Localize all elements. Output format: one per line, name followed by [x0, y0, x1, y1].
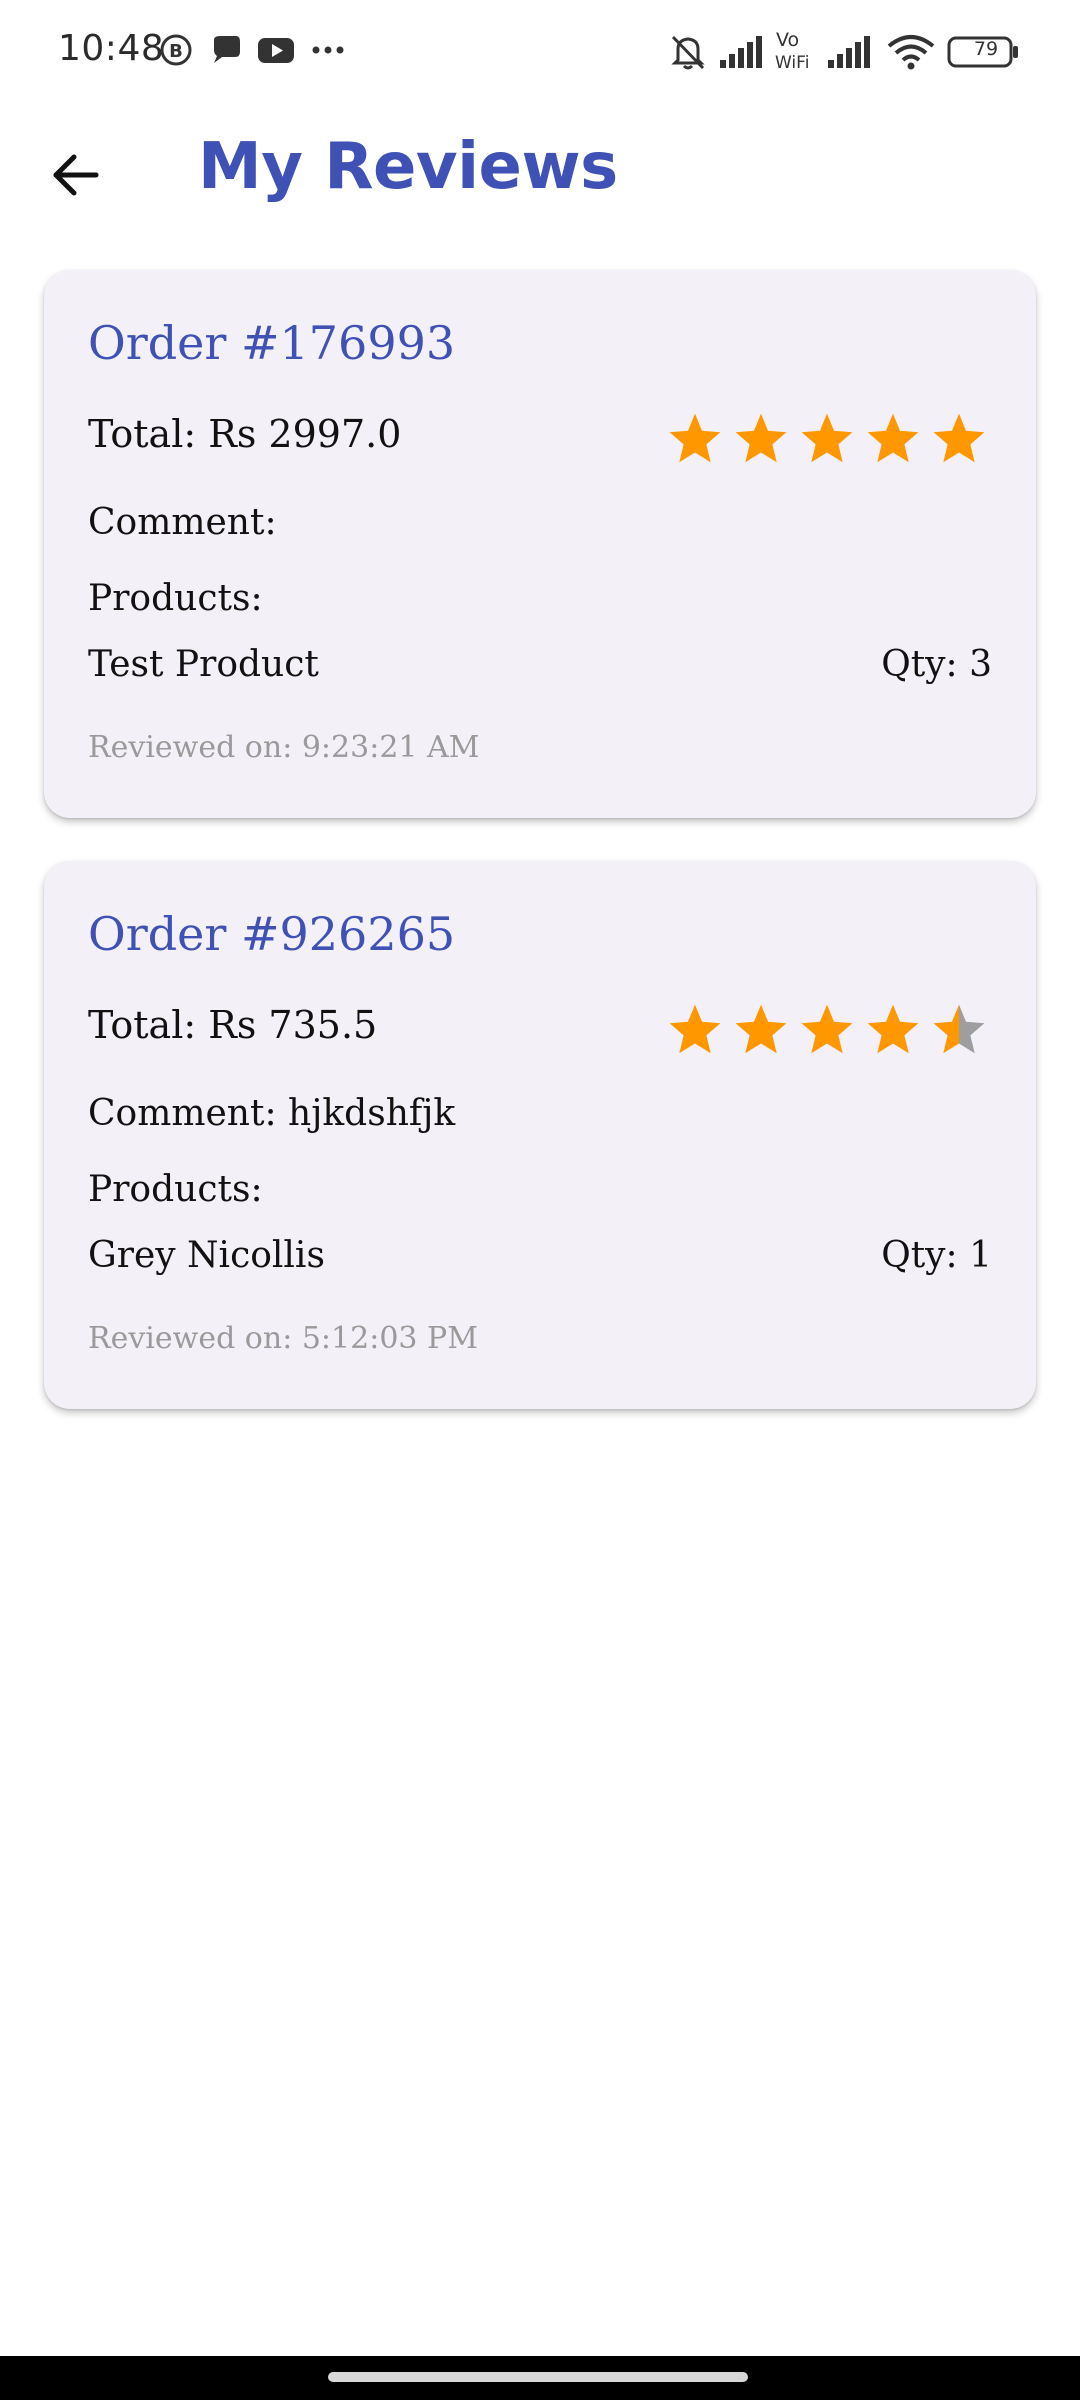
signal-icon: [720, 36, 762, 68]
star-filled-icon: [867, 1004, 919, 1054]
signal-icon: [828, 36, 870, 68]
star-filled-icon: [867, 413, 919, 463]
product-name: Grey Nicollis: [88, 1235, 325, 1276]
star-filled-icon: [669, 413, 721, 463]
page-title: My Reviews: [198, 130, 618, 204]
bell-off-icon: [671, 35, 705, 70]
navigation-bar: [0, 2356, 1080, 2400]
app-bar: My Reviews: [0, 100, 1080, 250]
b-circle-icon: B: [160, 34, 192, 66]
svg-text:WiFi: WiFi: [775, 53, 809, 73]
battery-level: 79: [973, 38, 999, 60]
order-total: Total: Rs 2997.0: [88, 412, 402, 456]
products-label: Products:: [88, 578, 263, 619]
vowifi-icon: Vo WiFi: [775, 29, 809, 73]
order-number: Order #926265: [88, 907, 456, 961]
star-filled-icon: [669, 1004, 721, 1054]
youtube-icon: [258, 38, 294, 63]
star-filled-icon: [933, 413, 985, 463]
review-comment: Comment:: [88, 502, 277, 543]
star-filled-icon: [735, 413, 787, 463]
svg-text:Vo: Vo: [776, 29, 799, 51]
review-card[interactable]: Order #926265 Total: Rs 735.5 Comment: h…: [44, 861, 1036, 1409]
home-indicator[interactable]: [328, 2372, 748, 2382]
reviewed-on: Reviewed on: 9:23:21 AM: [88, 730, 480, 765]
star-filled-icon: [801, 413, 853, 463]
star-filled-icon: [801, 1004, 853, 1054]
svg-text:B: B: [169, 41, 183, 62]
order-total: Total: Rs 735.5: [88, 1003, 378, 1047]
product-qty: Qty: 3: [881, 644, 992, 685]
rating-stars: [666, 410, 996, 472]
star-filled-icon: [735, 1004, 787, 1054]
product-qty: Qty: 1: [881, 1235, 992, 1276]
review-comment: Comment: hjkdshfjk: [88, 1093, 456, 1134]
status-time: 10:48: [58, 28, 165, 69]
more-dots-icon: [312, 46, 344, 54]
product-name: Test Product: [88, 644, 319, 685]
star-half-icon: [933, 1004, 985, 1054]
status-bar: 10:48 B Vo WiFi 79: [0, 0, 1080, 100]
wifi-icon: [887, 35, 935, 70]
review-card[interactable]: Order #176993 Total: Rs 2997.0 Comment: …: [44, 270, 1036, 818]
reviewed-on: Reviewed on: 5:12:03 PM: [88, 1321, 478, 1356]
products-label: Products:: [88, 1169, 263, 1210]
arrow-left-icon: [53, 154, 99, 196]
rating-stars: [666, 1001, 996, 1063]
back-button[interactable]: [36, 140, 116, 210]
order-number: Order #176993: [88, 316, 456, 370]
chat-bubble-icon: [214, 36, 240, 63]
